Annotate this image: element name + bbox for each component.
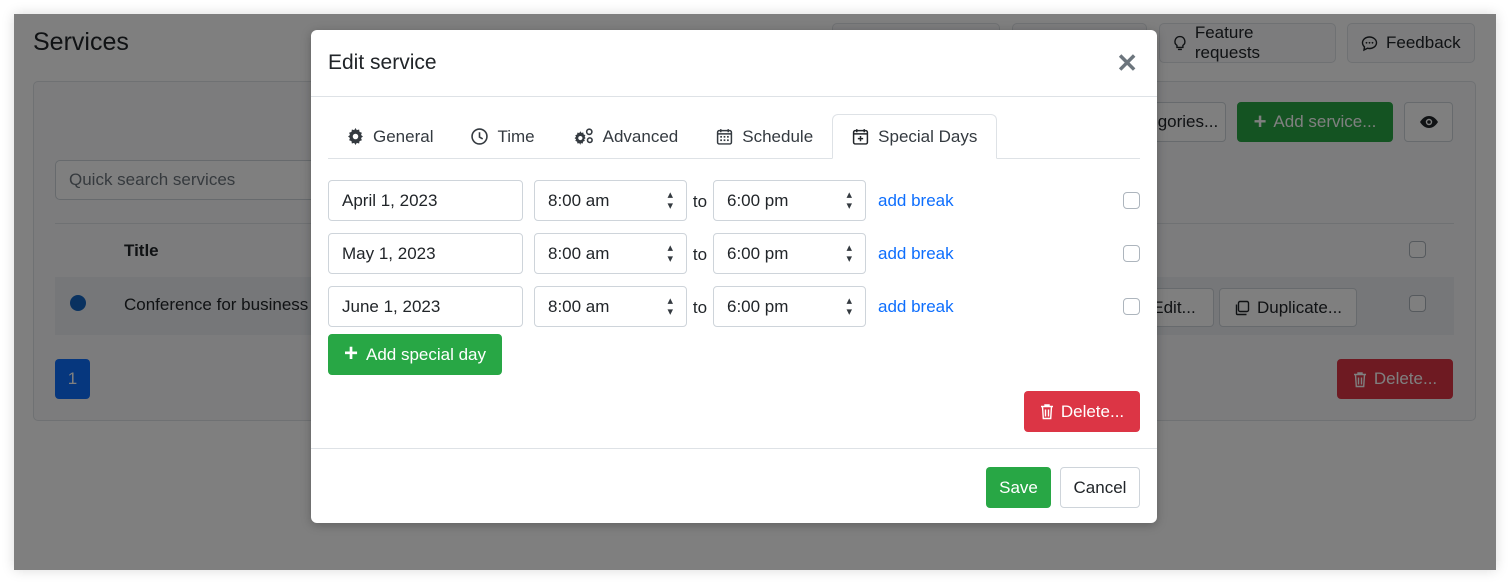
modal-header: Edit service ✕ — [311, 30, 1157, 97]
modal-title: Edit service — [328, 51, 437, 74]
start-time-select[interactable]: 8:00 am ▴ ▾ — [534, 180, 687, 221]
clock-icon — [471, 128, 489, 145]
add-break-link[interactable]: add break — [878, 244, 954, 264]
select-arrows-icon: ▴ ▾ — [846, 294, 852, 318]
add-special-day-button[interactable]: + Add special day — [328, 334, 502, 375]
tab-special-days[interactable]: Special Days — [832, 114, 998, 159]
to-label: to — [692, 245, 708, 264]
start-time-select[interactable]: 8:00 am ▴ ▾ — [534, 286, 687, 327]
screenshot-frame: Services Feature requests Feedback Categ… — [14, 14, 1496, 570]
special-day-date-input[interactable]: June 1, 2023 — [328, 286, 523, 327]
to-label: to — [692, 298, 708, 317]
tab-general-label: General — [373, 126, 434, 146]
delete-special-days-button[interactable]: Delete... — [1024, 391, 1140, 432]
select-arrows-icon: ▴ ▾ — [846, 241, 852, 265]
end-time-select[interactable]: 6:00 pm ▴ ▾ — [713, 233, 866, 274]
calendar-icon — [717, 129, 733, 145]
trash-icon — [1040, 404, 1053, 420]
tab-advanced[interactable]: Advanced — [554, 114, 698, 159]
special-day-checkbox[interactable] — [1123, 245, 1140, 262]
start-time-value: 8:00 am — [548, 243, 610, 263]
end-time-select[interactable]: 6:00 pm ▴ ▾ — [713, 286, 866, 327]
tab-schedule-label: Schedule — [742, 126, 814, 146]
close-icon[interactable]: ✕ — [1116, 50, 1140, 76]
special-day-row: June 1, 2023 8:00 am ▴ ▾ to 6:00 pm ▴ ▾ ad… — [328, 286, 1140, 327]
tab-special-days-label: Special Days — [878, 126, 978, 146]
modal-footer: Save Cancel — [311, 448, 1157, 523]
end-time-select[interactable]: 6:00 pm ▴ ▾ — [713, 180, 866, 221]
calendar-plus-icon — [853, 129, 869, 145]
select-arrows-icon: ▴ ▾ — [846, 188, 852, 212]
tab-time[interactable]: Time — [452, 114, 553, 159]
modal-tabs: General Time Advanced Schedule Special D… — [328, 114, 1140, 159]
add-special-day-label: Add special day — [365, 344, 487, 364]
end-time-value: 6:00 pm — [727, 296, 789, 316]
select-arrows-icon: ▴ ▾ — [667, 294, 673, 318]
add-break-link[interactable]: add break — [878, 191, 954, 211]
tab-schedule[interactable]: Schedule — [697, 114, 832, 159]
special-day-date-input[interactable]: April 1, 2023 — [328, 180, 523, 221]
end-time-value: 6:00 pm — [727, 190, 789, 210]
save-button[interactable]: Save — [986, 467, 1051, 508]
gears-icon — [574, 128, 593, 145]
select-arrows-icon: ▴ ▾ — [667, 241, 673, 265]
tab-advanced-label: Advanced — [602, 126, 679, 146]
select-arrows-icon: ▴ ▾ — [667, 188, 673, 212]
tab-time-label: Time — [497, 126, 535, 146]
start-time-select[interactable]: 8:00 am ▴ ▾ — [534, 233, 687, 274]
tab-general[interactable]: General — [328, 114, 452, 159]
end-time-value: 6:00 pm — [727, 243, 789, 263]
start-time-value: 8:00 am — [548, 190, 610, 210]
special-day-row: May 1, 2023 8:00 am ▴ ▾ to 6:00 pm ▴ ▾ add… — [328, 233, 1140, 274]
special-day-date-input[interactable]: May 1, 2023 — [328, 233, 523, 274]
to-label: to — [692, 192, 708, 211]
add-break-link[interactable]: add break — [878, 297, 954, 317]
edit-service-modal: Edit service ✕ General Time Advanced Sch… — [311, 30, 1157, 523]
cancel-button[interactable]: Cancel — [1060, 467, 1140, 508]
plus-icon: + — [343, 339, 358, 367]
special-day-checkbox[interactable] — [1123, 298, 1140, 315]
gear-icon — [348, 128, 363, 145]
start-time-value: 8:00 am — [548, 296, 610, 316]
special-day-row: April 1, 2023 8:00 am ▴ ▾ to 6:00 pm ▴ ▾ a… — [328, 180, 1140, 221]
special-day-checkbox[interactable] — [1123, 192, 1140, 209]
delete-label: Delete... — [1060, 401, 1125, 421]
